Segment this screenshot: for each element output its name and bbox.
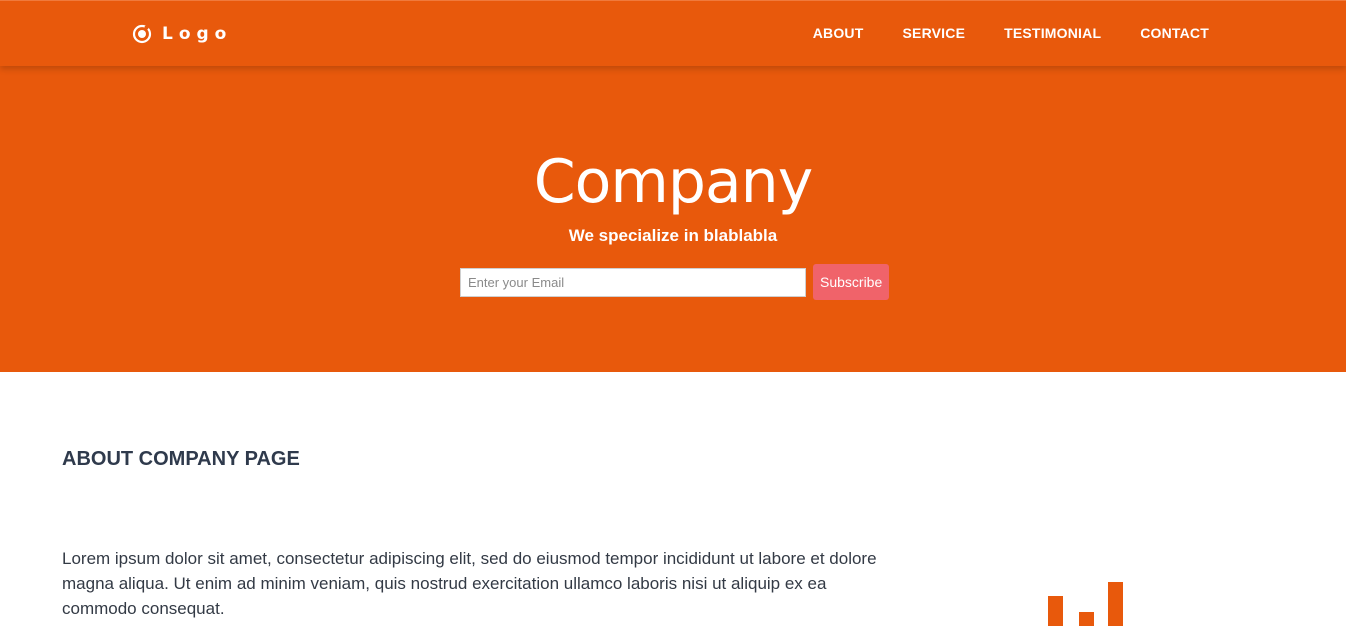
main-nav: ABOUT SERVICE TESTIMONIAL CONTACT (813, 25, 1209, 41)
nav-link-service[interactable]: SERVICE (903, 25, 966, 41)
bar-chart-icon-bar-1 (1048, 596, 1063, 626)
nav-link-testimonial[interactable]: TESTIMONIAL (1004, 25, 1101, 41)
email-input[interactable] (460, 267, 806, 297)
logo[interactable]: Logo (132, 23, 232, 45)
navbar: Logo ABOUT SERVICE TESTIMONIAL CONTACT (0, 0, 1346, 66)
hero-title: Company (533, 147, 813, 217)
nav-link-about[interactable]: ABOUT (813, 25, 864, 41)
about-section: ABOUT COMPANY PAGE Lorem ipsum dolor sit… (0, 372, 1346, 626)
bar-chart-icon-bar-3 (1108, 582, 1123, 626)
about-text: Lorem ipsum dolor sit amet, consectetur … (62, 549, 877, 618)
subscribe-form: Subscribe (460, 264, 890, 300)
hero-subtitle: We specialize in blablabla (568, 226, 778, 245)
bar-chart-icon (1048, 582, 1123, 626)
logo-text: Logo (162, 24, 233, 44)
subscribe-button[interactable]: Subscribe (813, 264, 890, 300)
nav-link-contact[interactable]: CONTACT (1140, 25, 1209, 41)
bar-chart-icon-bar-2 (1079, 612, 1094, 626)
hero-section: Company We specialize in blablabla Subsc… (0, 66, 1346, 372)
about-title: ABOUT COMPANY PAGE (62, 448, 300, 470)
target-circle-icon (132, 24, 152, 44)
